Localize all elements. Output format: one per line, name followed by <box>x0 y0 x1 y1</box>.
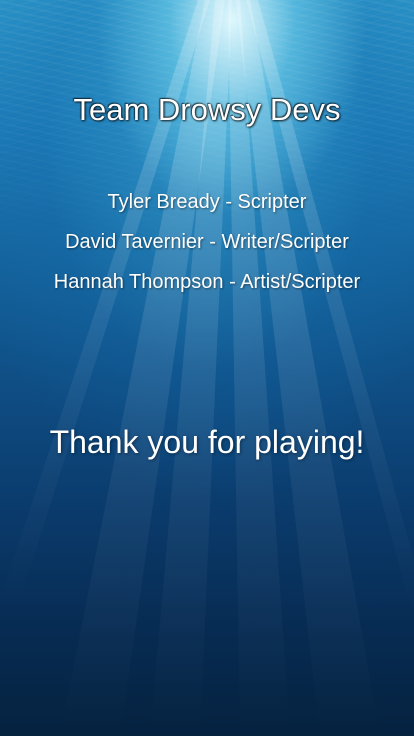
water-surface-shimmer <box>0 0 414 260</box>
credits-screen: Team Drowsy Devs Tyler Bready - Scripter… <box>0 0 414 736</box>
credit-line: Tyler Bready - Scripter <box>107 191 307 213</box>
credit-line: David Tavernier - Writer/Scripter <box>65 231 349 253</box>
thank-you-message: Thank you for playing! <box>49 424 365 460</box>
team-title: Team Drowsy Devs <box>73 92 341 127</box>
credit-line: Hannah Thompson - Artist/Scripter <box>53 271 361 293</box>
